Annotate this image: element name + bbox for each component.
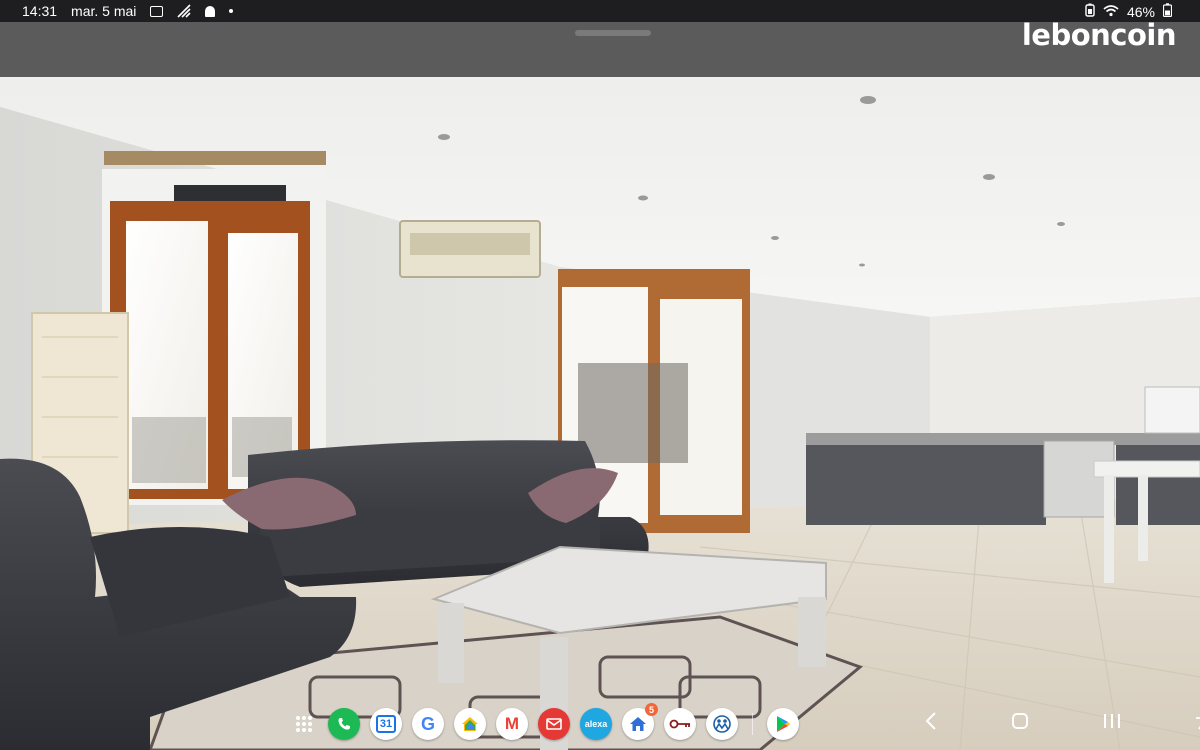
google-app-label: G: [420, 713, 435, 734]
system-navigation: [925, 712, 1200, 735]
battery-icon: [1162, 3, 1173, 20]
key-app-icon[interactable]: [664, 708, 696, 740]
living-room-image: [0, 77, 1200, 750]
mail-app-icon[interactable]: [538, 708, 570, 740]
bell-icon: [205, 5, 216, 17]
accessibility-icon[interactable]: [1195, 712, 1200, 735]
status-bar: 14:31 mar. 5 mai 46%: [0, 0, 1200, 22]
notification-badge: 5: [645, 703, 658, 716]
phone-app-icon[interactable]: [328, 708, 360, 740]
app-header: leboncoin: [0, 18, 1200, 77]
people-app-icon[interactable]: [706, 708, 738, 740]
app-drawer-icon[interactable]: [296, 716, 312, 732]
battery-saver-icon: [1085, 3, 1095, 20]
signal-notification-icon: [177, 4, 191, 18]
image-notification-icon: [150, 5, 164, 17]
back-icon[interactable]: [925, 712, 937, 735]
status-date: mar. 5 mai: [71, 3, 137, 19]
google-home-app-icon[interactable]: [454, 708, 486, 740]
status-time: 14:31: [22, 3, 58, 19]
drag-handle[interactable]: [575, 30, 651, 36]
more-notifications-icon: [229, 9, 234, 13]
gmail-app-icon[interactable]: M: [496, 708, 528, 740]
wifi-icon: [1103, 4, 1119, 20]
recent-apps-icon[interactable]: [1103, 713, 1121, 734]
brand-logo: leboncoin: [1021, 18, 1177, 52]
dock-separator: [752, 713, 753, 735]
gmail-app-label: M: [504, 714, 520, 733]
calendar-app-icon[interactable]: 31: [370, 708, 402, 740]
listing-photo[interactable]: [0, 77, 1200, 750]
taskbar-dock: 31 G M alexa 5: [296, 703, 799, 740]
calendar-app-label: 31: [375, 715, 397, 733]
alexa-app-icon[interactable]: alexa: [580, 708, 612, 740]
play-store-app-icon[interactable]: [767, 708, 799, 740]
home-icon[interactable]: [1011, 712, 1029, 735]
alexa-app-label: alexa: [584, 719, 608, 729]
google-app-icon[interactable]: G: [412, 708, 444, 740]
home-app-icon[interactable]: 5: [622, 703, 658, 740]
battery-level: 46%: [1126, 3, 1155, 20]
